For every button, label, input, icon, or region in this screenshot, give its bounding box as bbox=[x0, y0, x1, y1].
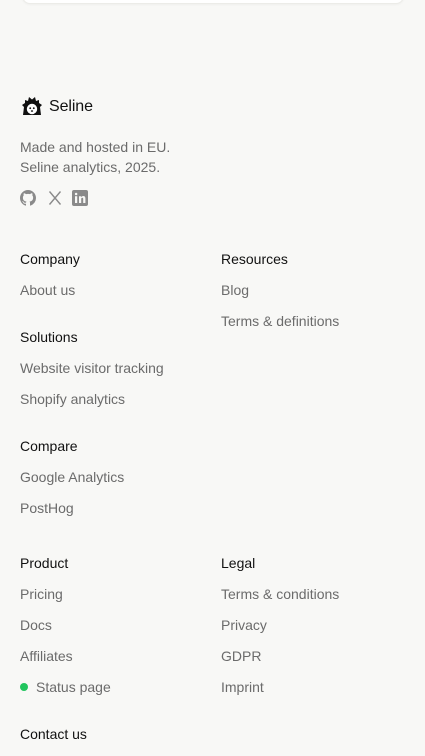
footer-link-gdpr[interactable]: GDPR bbox=[221, 647, 339, 665]
tagline: Made and hosted in EU. Seline analytics,… bbox=[20, 137, 170, 177]
tagline-line-2: Seline analytics, 2025. bbox=[20, 159, 161, 175]
linkedin-icon[interactable] bbox=[72, 190, 88, 206]
hedgehog-logo-icon bbox=[22, 97, 42, 115]
footer-link-status-page[interactable]: Status page bbox=[20, 678, 111, 696]
footer-link-docs[interactable]: Docs bbox=[20, 616, 111, 634]
section-heading-contact: Contact us bbox=[20, 726, 87, 742]
section-heading-solutions: Solutions bbox=[20, 329, 78, 345]
tagline-line-1: Made and hosted in EU. bbox=[20, 139, 171, 155]
footer-section-resources: Resources Blog Terms & definitions bbox=[221, 250, 339, 330]
status-page-label: Status page bbox=[36, 679, 111, 695]
footer-section-company: Company About us bbox=[20, 250, 80, 299]
status-indicator-dot bbox=[20, 683, 28, 692]
footer-section-solutions: Solutions Website visitor tracking Shopi… bbox=[20, 328, 164, 408]
section-heading-resources: Resources bbox=[221, 251, 288, 267]
footer-link-website-visitor-tracking[interactable]: Website visitor tracking bbox=[20, 359, 164, 377]
footer-link-terms-conditions[interactable]: Terms & conditions bbox=[221, 585, 339, 603]
top-card bbox=[22, 0, 404, 4]
github-icon[interactable] bbox=[20, 190, 36, 206]
footer-link-terms-definitions[interactable]: Terms & definitions bbox=[221, 312, 339, 330]
footer-link-posthog[interactable]: PostHog bbox=[20, 499, 124, 517]
footer-link-privacy[interactable]: Privacy bbox=[221, 616, 339, 634]
section-heading-compare: Compare bbox=[20, 438, 78, 454]
brand-name: Seline bbox=[49, 98, 93, 115]
section-heading-company: Company bbox=[20, 251, 80, 267]
footer-link-shopify-analytics[interactable]: Shopify analytics bbox=[20, 390, 164, 408]
footer-section-compare: Compare Google Analytics PostHog bbox=[20, 437, 124, 517]
footer-section-legal: Legal Terms & conditions Privacy GDPR Im… bbox=[221, 554, 339, 696]
footer-section-contact: Contact us bbox=[20, 725, 87, 743]
section-heading-legal: Legal bbox=[221, 555, 256, 571]
footer-link-about-us[interactable]: About us bbox=[20, 281, 80, 299]
footer-link-imprint[interactable]: Imprint bbox=[221, 678, 339, 696]
x-icon[interactable] bbox=[47, 190, 63, 206]
footer-link-affiliates[interactable]: Affiliates bbox=[20, 647, 111, 665]
footer-link-google-analytics[interactable]: Google Analytics bbox=[20, 468, 124, 486]
footer-section-product: Product Pricing Docs Affiliates Status p… bbox=[20, 554, 111, 696]
section-heading-product: Product bbox=[20, 555, 69, 571]
footer-link-pricing[interactable]: Pricing bbox=[20, 585, 111, 603]
brand[interactable]: Seline bbox=[20, 95, 93, 119]
footer-link-blog[interactable]: Blog bbox=[221, 281, 339, 299]
social-links bbox=[20, 190, 88, 206]
